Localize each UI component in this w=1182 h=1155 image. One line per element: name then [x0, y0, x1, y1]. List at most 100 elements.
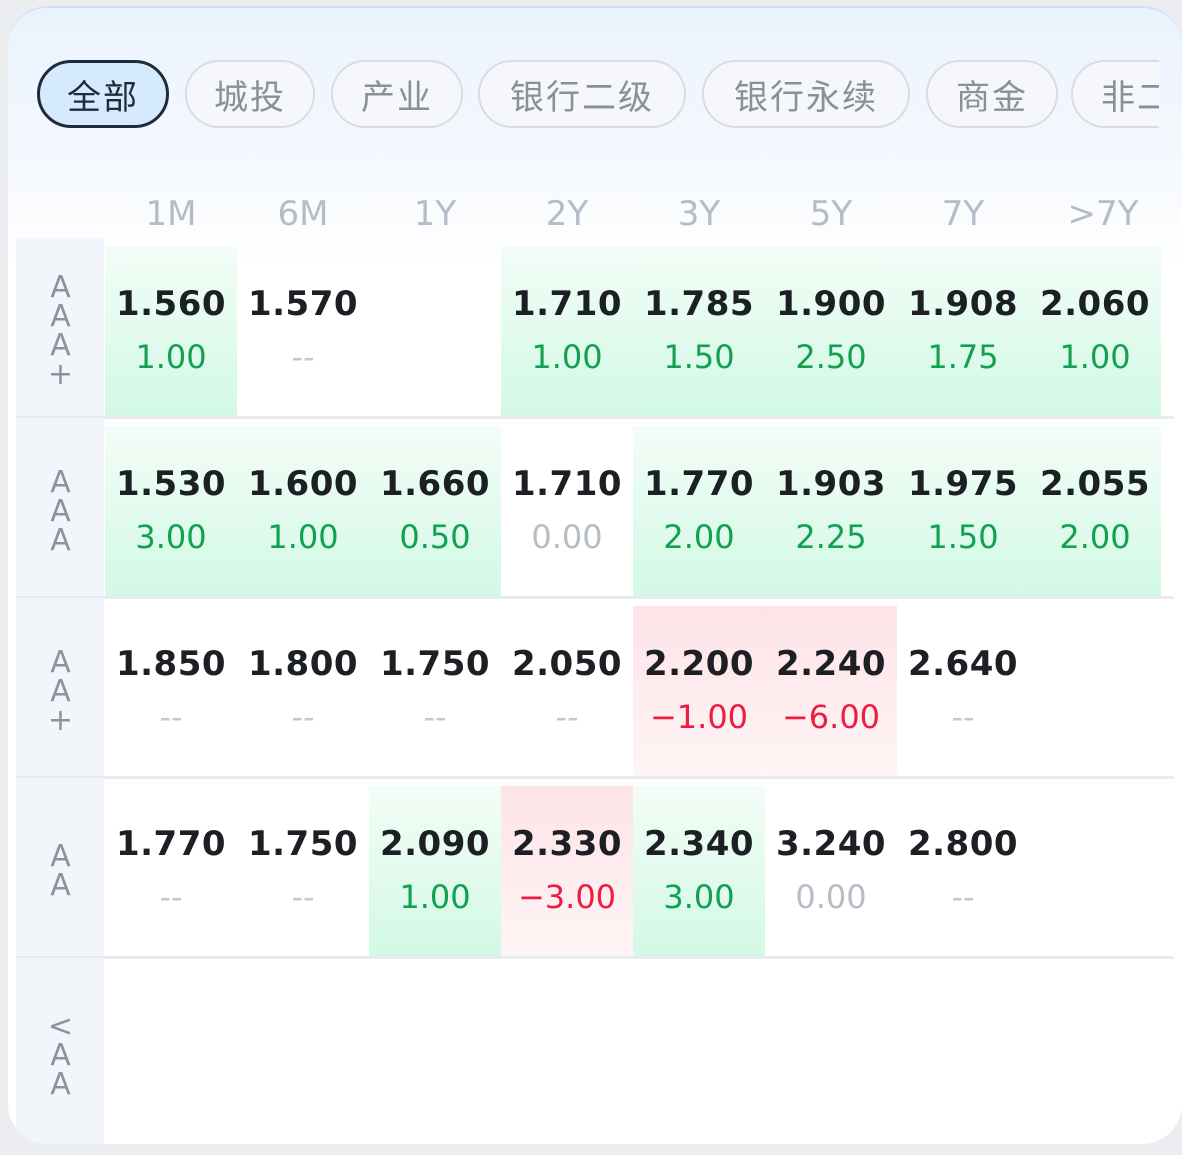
rating-label-aa: AA: [16, 778, 104, 958]
yield-cell[interactable]: 2.050 --: [501, 606, 633, 778]
yield-change: --: [159, 878, 183, 916]
yield-cell[interactable]: 1.850 --: [105, 606, 237, 778]
rating-label-text: AAA: [43, 464, 78, 552]
yield-cell[interactable]: 1.975 1.50: [897, 426, 1029, 598]
yield-cell[interactable]: 1.750 --: [237, 786, 369, 958]
rating-label-aaplus: AA+: [16, 598, 104, 778]
yield-cell[interactable]: 2.640 --: [897, 606, 1029, 778]
rating-label-text: AA: [43, 839, 78, 897]
yield-cell[interactable]: 1.660 0.50: [369, 426, 501, 598]
yield-value: 1.800: [247, 644, 359, 684]
yield-cell[interactable]: 2.800 --: [897, 786, 1029, 958]
yield-cell[interactable]: 1.530 3.00: [105, 426, 237, 598]
yield-value: 1.785: [643, 284, 755, 324]
yield-cell[interactable]: 2.240 −6.00: [765, 606, 897, 778]
yield-change: 0.50: [399, 518, 471, 556]
column-header-5y: 5Y: [809, 194, 853, 234]
yield-value: 1.560: [115, 284, 227, 324]
tab-all[interactable]: 全部: [37, 60, 169, 128]
yield-change: 3.00: [135, 518, 207, 556]
yield-value: 1.900: [775, 284, 887, 324]
row-divider: [16, 776, 1174, 779]
yield-cell[interactable]: 1.770 2.00: [633, 426, 765, 598]
yield-change: 2.00: [663, 518, 735, 556]
row-divider: [16, 956, 1174, 959]
tab-category-3[interactable]: 银行二级: [478, 60, 686, 128]
yield-change: 1.00: [399, 878, 471, 916]
yield-value: 2.200: [643, 644, 755, 684]
yield-value: 2.055: [1039, 464, 1151, 504]
yield-value: 1.850: [115, 644, 227, 684]
column-header-3y: 3Y: [677, 194, 721, 234]
yield-cell[interactable]: 1.570 --: [237, 246, 369, 418]
column-header-2y: 2Y: [545, 194, 589, 234]
yield-cell[interactable]: 1.710 0.00: [501, 426, 633, 598]
yield-value: 1.903: [775, 464, 887, 504]
yield-change: --: [951, 698, 975, 736]
yield-change: 2.00: [1059, 518, 1131, 556]
yield-change: 1.00: [135, 338, 207, 376]
tab-category-1[interactable]: 城投: [185, 60, 315, 128]
yield-change: --: [159, 698, 183, 736]
yield-change: 1.00: [1059, 338, 1131, 376]
rating-label-text: AA+: [43, 644, 78, 732]
rating-label-text: <AA: [43, 1008, 78, 1096]
yield-value: 1.750: [247, 824, 359, 864]
yield-cell[interactable]: 1.785 1.50: [633, 246, 765, 418]
yield-cell[interactable]: 1.770 --: [105, 786, 237, 958]
yield-value: 1.750: [379, 644, 491, 684]
yield-cell[interactable]: 1.710 1.00: [501, 246, 633, 418]
yield-cell[interactable]: 1.600 1.00: [237, 426, 369, 598]
yield-cell[interactable]: 2.055 2.00: [1029, 426, 1161, 598]
yield-change: --: [291, 698, 315, 736]
yield-change: --: [951, 878, 975, 916]
yield-cell[interactable]: 2.340 3.00: [633, 786, 765, 958]
yield-value: 1.530: [115, 464, 227, 504]
yield-change: 1.75: [927, 338, 999, 376]
yield-value: 1.908: [907, 284, 1019, 324]
column-header-7y: 7Y: [941, 194, 985, 234]
yield-change: 1.00: [267, 518, 339, 556]
yield-cell[interactable]: 1.800 --: [237, 606, 369, 778]
yield-change: −3.00: [517, 878, 617, 916]
yield-value: 2.240: [775, 644, 887, 684]
tab-category-4[interactable]: 银行永续: [702, 60, 910, 128]
column-header-1y: 1Y: [413, 194, 457, 234]
yield-change: 1.00: [531, 338, 603, 376]
yield-cell[interactable]: 2.090 1.00: [369, 786, 501, 958]
yield-cell[interactable]: 2.200 −1.00: [633, 606, 765, 778]
yield-change: 1.50: [927, 518, 999, 556]
rating-label-ltaa: <AA: [16, 958, 104, 1144]
category-tabs: 全部城投产业银行二级银行永续商金非二: [37, 60, 1159, 130]
yield-cell[interactable]: 1.908 1.75: [897, 246, 1029, 418]
rating-label-text: AAA+: [43, 270, 78, 386]
yield-change: 1.50: [663, 338, 735, 376]
yield-change: −1.00: [649, 698, 749, 736]
tab-category-5[interactable]: 商金: [926, 60, 1058, 128]
yield-cell: [369, 246, 501, 418]
yield-cell[interactable]: 3.240 0.00: [765, 786, 897, 958]
yield-value: 1.770: [115, 824, 227, 864]
yield-change: −6.00: [781, 698, 881, 736]
tab-category-6[interactable]: 非二: [1071, 60, 1159, 128]
yield-value: 2.090: [379, 824, 491, 864]
yield-value: 1.710: [511, 284, 623, 324]
yield-cell[interactable]: 2.060 1.00: [1029, 246, 1161, 418]
yield-cell[interactable]: 1.900 2.50: [765, 246, 897, 418]
yield-value: 2.640: [907, 644, 1019, 684]
yield-cell[interactable]: 1.903 2.25: [765, 426, 897, 598]
yield-cell[interactable]: 2.330 −3.00: [501, 786, 633, 958]
yield-value: 2.060: [1039, 284, 1151, 324]
yield-value: 2.340: [643, 824, 755, 864]
yield-value: 2.050: [511, 644, 623, 684]
yield-cell[interactable]: 1.560 1.00: [105, 246, 237, 418]
yield-value: 2.330: [511, 824, 623, 864]
yield-change: 2.25: [795, 518, 867, 556]
yield-cell[interactable]: 1.750 --: [369, 606, 501, 778]
rating-label-aaaplus: AAA+: [16, 238, 104, 418]
yield-value: 3.240: [775, 824, 887, 864]
yield-value: 1.600: [247, 464, 359, 504]
yield-value: 1.770: [643, 464, 755, 504]
tab-category-2[interactable]: 产业: [331, 60, 463, 128]
yield-change: --: [291, 878, 315, 916]
